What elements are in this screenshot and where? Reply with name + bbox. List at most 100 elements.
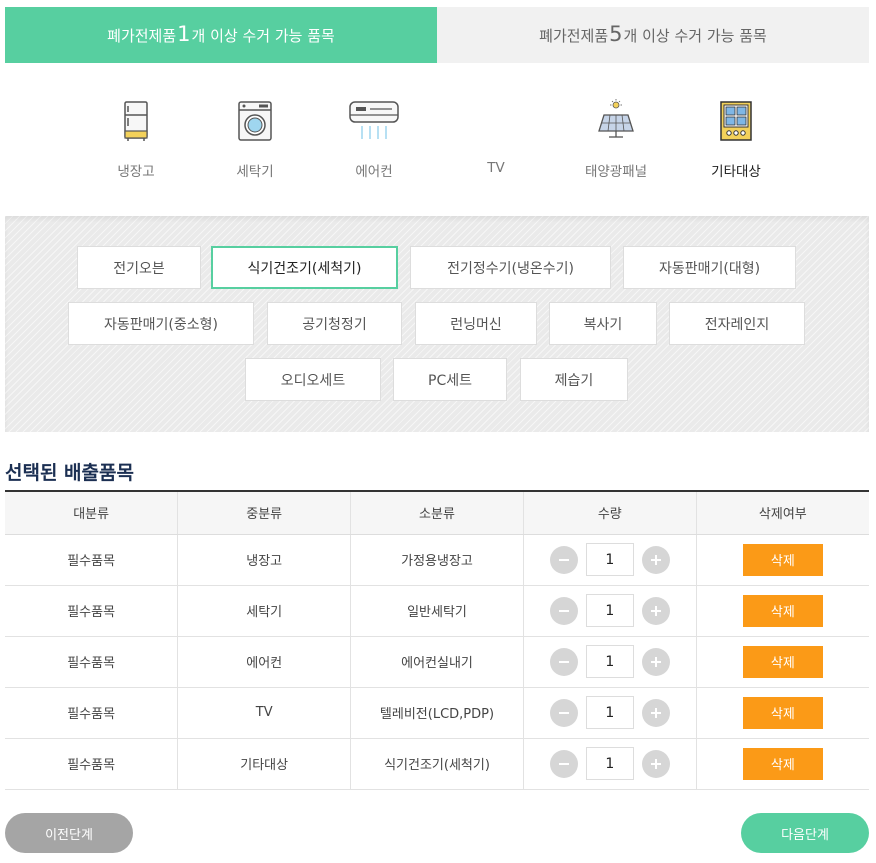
category-list: 냉장고 세탁기 에어컨 TV 태양광패널 기타대상 [76, 92, 796, 192]
column-header: 소분류 [350, 490, 524, 535]
category-label: 태양광패널 [584, 164, 648, 180]
sub-item-panel: 전기오븐 식기건조기(세척기) 전기정수기(냉온수기) 자동판매기(대형) 자동… [5, 216, 869, 432]
minus-icon[interactable] [549, 596, 578, 625]
plus-icon[interactable] [641, 749, 670, 778]
plus-icon[interactable] [641, 698, 670, 727]
middle-category-cell: 세탁기 [177, 585, 351, 637]
quantity-stepper [549, 594, 670, 627]
category-label: 에어컨 [355, 164, 393, 180]
middle-category-cell: 기타대상 [177, 738, 351, 790]
sub-item-chip[interactable]: 런닝머신 [415, 302, 537, 345]
category-label: TV [487, 160, 505, 176]
plus-icon[interactable] [641, 545, 670, 574]
category-solar-panel[interactable]: 태양광패널 [566, 92, 666, 180]
delete-cell: 삭제 [695, 738, 869, 790]
plus-icon[interactable] [641, 596, 670, 625]
major-category-cell: 필수품목 [5, 534, 178, 586]
quantity-input[interactable] [585, 747, 634, 780]
air-conditioner-icon [324, 92, 424, 150]
quantity-stepper [549, 543, 670, 576]
quantity-cell [522, 687, 697, 739]
minus-icon[interactable] [549, 749, 578, 778]
sub-item-chip[interactable]: 복사기 [549, 302, 657, 345]
major-category-cell: 필수품목 [5, 738, 178, 790]
sub-item-chip[interactable]: 전기정수기(냉온수기) [410, 246, 611, 289]
sub-item-chip[interactable]: 오디오세트 [245, 358, 381, 401]
category-label: 기타대상 [707, 160, 765, 182]
middle-category-cell: 에어컨 [177, 636, 351, 688]
quantity-stepper [549, 696, 670, 729]
category-air-conditioner[interactable]: 에어컨 [324, 92, 424, 180]
quantity-cell [522, 585, 697, 637]
delete-button[interactable]: 삭제 [742, 696, 823, 729]
quantity-input[interactable] [585, 594, 634, 627]
tab-5-plus-items[interactable]: 폐가전제품 5 개 이상 수거 가능 품목 [437, 7, 869, 63]
refrigerator-icon [86, 92, 186, 150]
sub-item-chip[interactable]: 자동판매기(대형) [623, 246, 796, 289]
delete-button[interactable]: 삭제 [742, 645, 823, 678]
minor-category-cell: 일반세탁기 [350, 585, 524, 637]
column-header: 삭제여부 [695, 490, 869, 535]
plus-icon[interactable] [641, 647, 670, 676]
minus-icon[interactable] [549, 545, 578, 574]
minor-category-cell: 가정용냉장고 [350, 534, 524, 586]
delete-cell: 삭제 [695, 534, 869, 586]
table-row: 필수품목 TV 텔레비전(LCD,PDP) 삭제 [5, 687, 869, 739]
category-washing-machine[interactable]: 세탁기 [205, 92, 305, 180]
quantity-cell [522, 636, 697, 688]
sub-item-chip[interactable]: 제습기 [520, 358, 628, 401]
major-category-cell: 필수품목 [5, 585, 178, 637]
section-title: 선택된 배출품목 [5, 462, 134, 484]
table-row: 필수품목 세탁기 일반세탁기 삭제 [5, 585, 869, 637]
sub-item-chip[interactable]: 전기오븐 [77, 246, 201, 289]
selected-items-table: 대분류 중분류 소분류 수량 삭제여부 필수품목 냉장고 가정용냉장고 삭제 필… [5, 490, 869, 790]
tab-1-plus-items[interactable]: 폐가전제품 1 개 이상 수거 가능 품목 [5, 7, 437, 63]
sub-item-chip[interactable]: 전자레인지 [669, 302, 805, 345]
sub-item-chip[interactable]: PC세트 [393, 358, 507, 401]
table-row: 필수품목 냉장고 가정용냉장고 삭제 [5, 534, 869, 586]
quantity-input[interactable] [585, 645, 634, 678]
sub-item-chip[interactable]: 공기청정기 [267, 302, 402, 345]
major-category-cell: 필수품목 [5, 687, 178, 739]
quantity-stepper [549, 645, 670, 678]
category-label: 냉장고 [117, 164, 155, 180]
sub-item-chip-selected[interactable]: 식기건조기(세척기) [211, 246, 398, 289]
solar-panel-icon [566, 92, 666, 150]
table-row: 필수품목 에어컨 에어컨실내기 삭제 [5, 636, 869, 688]
tab-bar: 폐가전제품 1 개 이상 수거 가능 품목 폐가전제품 5 개 이상 수거 가능… [5, 7, 869, 63]
quantity-input[interactable] [585, 543, 634, 576]
delete-cell: 삭제 [695, 636, 869, 688]
delete-cell: 삭제 [695, 687, 869, 739]
next-step-button[interactable]: 다음단계 [741, 813, 869, 853]
delete-button[interactable]: 삭제 [742, 594, 823, 627]
minor-category-cell: 텔레비전(LCD,PDP) [350, 687, 524, 739]
column-header: 수량 [522, 490, 697, 535]
minus-icon[interactable] [549, 647, 578, 676]
tab-1-suffix: 개 이상 수거 가능 품목 [191, 26, 335, 45]
other-appliance-icon [686, 92, 786, 150]
table-row: 필수품목 기타대상 식기건조기(세척기) 삭제 [5, 738, 869, 790]
tab-2-suffix: 개 이상 수거 가능 품목 [623, 26, 767, 45]
category-tv[interactable]: TV [446, 92, 546, 176]
sub-item-chip[interactable]: 자동판매기(중소형) [68, 302, 254, 345]
quantity-cell [522, 534, 697, 586]
minus-icon[interactable] [549, 698, 578, 727]
previous-step-button[interactable]: 이전단계 [5, 813, 133, 853]
category-label: 세탁기 [236, 164, 274, 180]
tab-2-number: 5 [609, 22, 623, 46]
category-other[interactable]: 기타대상 [686, 92, 786, 182]
column-header: 중분류 [177, 490, 351, 535]
minor-category-cell: 에어컨실내기 [350, 636, 524, 688]
column-header: 대분류 [5, 490, 178, 535]
delete-button[interactable]: 삭제 [742, 543, 823, 576]
major-category-cell: 필수품목 [5, 636, 178, 688]
quantity-cell [522, 738, 697, 790]
quantity-input[interactable] [585, 696, 634, 729]
middle-category-cell: TV [177, 687, 351, 739]
tv-icon [446, 92, 546, 150]
middle-category-cell: 냉장고 [177, 534, 351, 586]
tab-2-prefix: 폐가전제품 [539, 26, 609, 45]
delete-button[interactable]: 삭제 [742, 747, 823, 780]
category-refrigerator[interactable]: 냉장고 [86, 92, 186, 180]
minor-category-cell: 식기건조기(세척기) [350, 738, 524, 790]
